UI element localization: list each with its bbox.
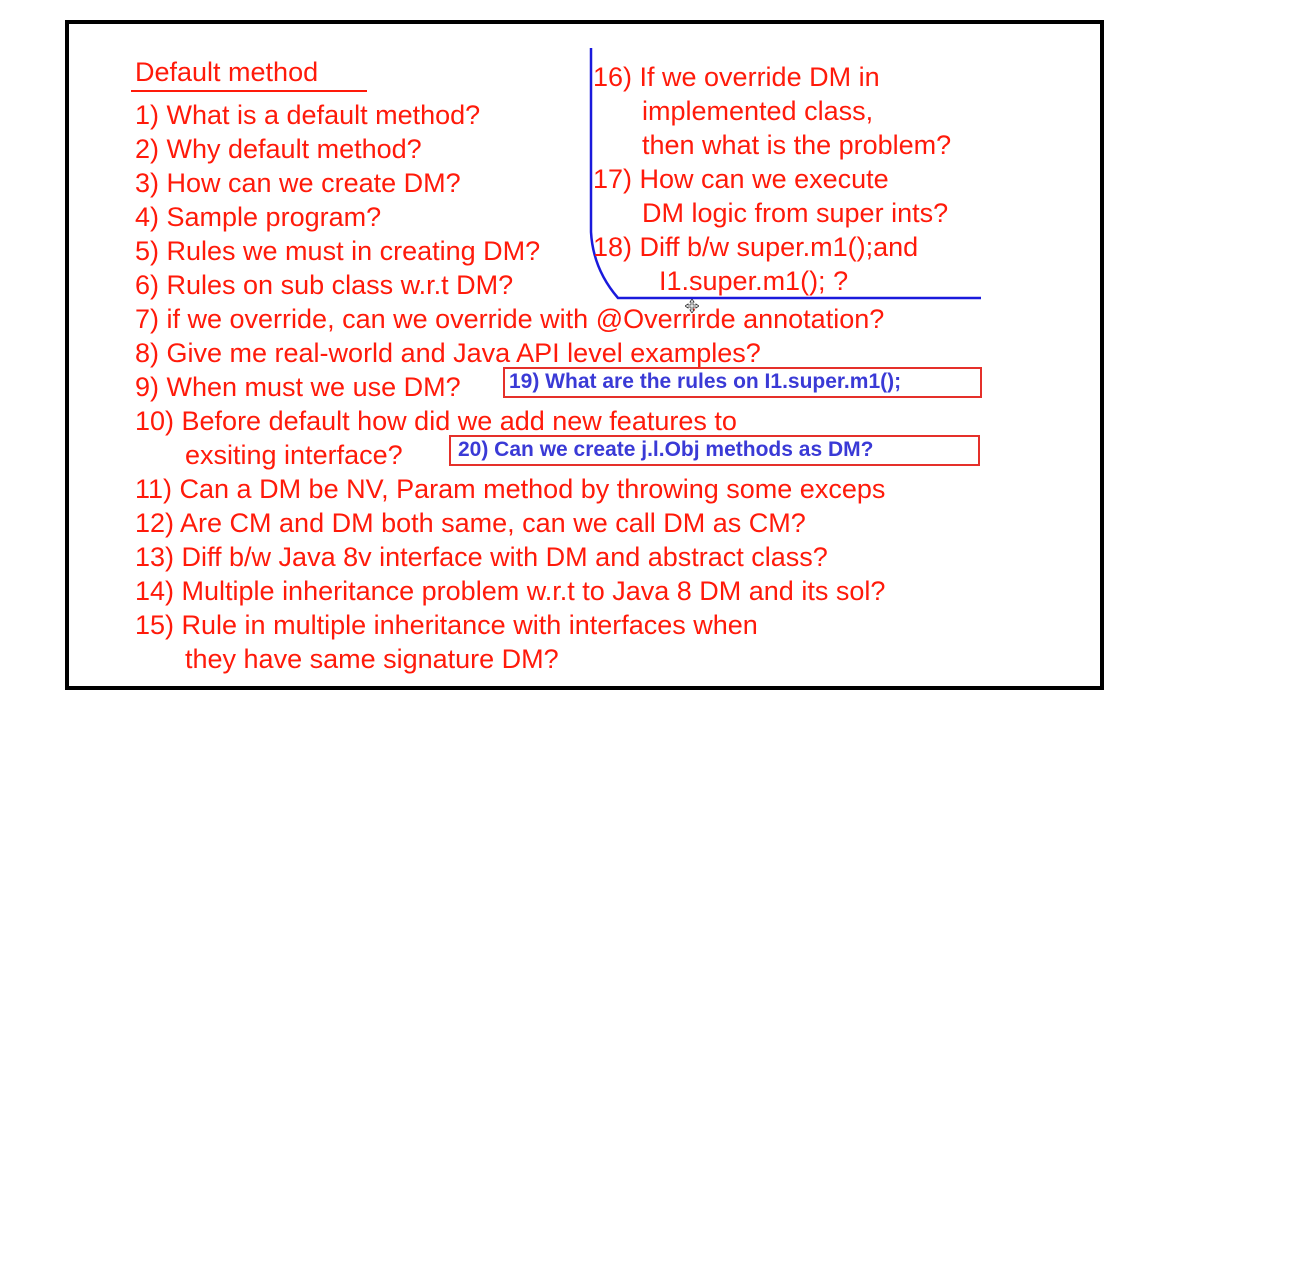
boxed-question-19-text: 19) What are the rules on I1.super.m1();: [509, 370, 902, 393]
question-16-cont-1: implemented class,: [642, 96, 874, 126]
question-17-cont: DM logic from super ints?: [642, 198, 949, 228]
question-18: 18) Diff b/w super.m1();and: [593, 232, 919, 262]
question-7: 7) if we override, can we override with …: [135, 304, 885, 334]
whiteboard-frame: Default method 1) What is a default meth…: [65, 20, 1104, 690]
page-title: Default method: [135, 57, 319, 87]
question-13: 13) Diff b/w Java 8v interface with DM a…: [135, 542, 828, 572]
question-15-cont: they have same signature DM?: [185, 644, 559, 674]
question-17: 17) How can we execute: [593, 164, 889, 194]
question-4: 4) Sample program?: [135, 202, 382, 232]
move-cursor-icon: [685, 299, 699, 313]
question-14: 14) Multiple inheritance problem w.r.t t…: [135, 576, 886, 606]
question-12: 12) Are CM and DM both same, can we call…: [135, 508, 806, 538]
question-10: 10) Before default how did we add new fe…: [135, 406, 737, 436]
question-3: 3) How can we create DM?: [135, 168, 461, 198]
question-6: 6) Rules on sub class w.r.t DM?: [135, 270, 514, 300]
question-10-cont: exsiting interface?: [185, 440, 403, 470]
question-5: 5) Rules we must in creating DM?: [135, 236, 541, 266]
boxed-question-20: 20) Can we create j.l.Obj methods as DM?: [449, 435, 980, 466]
title-underline: [131, 90, 367, 92]
question-16: 16) If we override DM in: [593, 62, 880, 92]
question-18-cont: I1.super.m1(); ?: [659, 266, 849, 296]
question-8: 8) Give me real-world and Java API level…: [135, 338, 761, 368]
boxed-question-20-text: 20) Can we create j.l.Obj methods as DM?: [458, 438, 874, 461]
question-15: 15) Rule in multiple inheritance with in…: [135, 610, 758, 640]
question-9: 9) When must we use DM?: [135, 372, 461, 402]
question-1: 1) What is a default method?: [135, 100, 481, 130]
question-2: 2) Why default method?: [135, 134, 422, 164]
question-11: 11) Can a DM be NV, Param method by thro…: [135, 474, 886, 504]
boxed-question-19: 19) What are the rules on I1.super.m1();: [503, 367, 982, 398]
question-16-cont-2: then what is the problem?: [642, 130, 952, 160]
